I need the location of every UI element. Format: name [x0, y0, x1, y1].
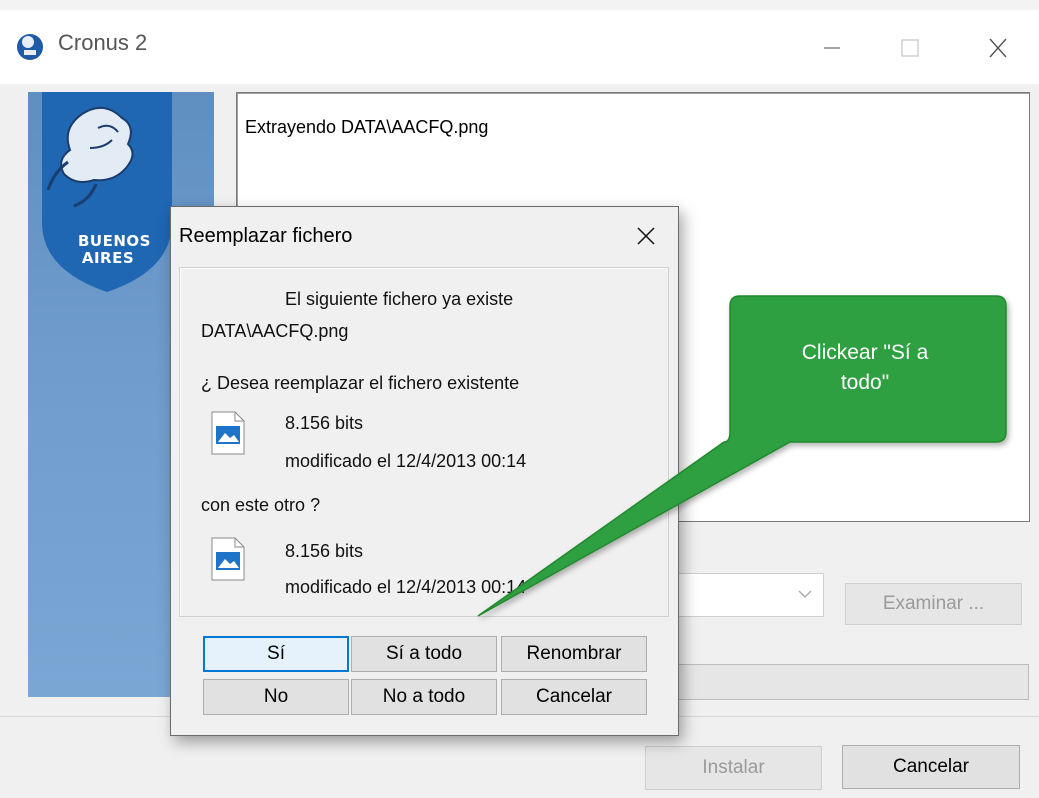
window-title: Cronus 2: [58, 30, 148, 55]
with-other-text: con este otro ?: [201, 495, 321, 515]
close-icon[interactable]: [978, 30, 1018, 66]
dialog-cancel-button[interactable]: Cancelar: [501, 679, 647, 715]
install-button[interactable]: Instalar: [645, 746, 822, 790]
replace-question: ¿ Desea reemplazar el fichero existente: [201, 373, 520, 393]
new-file-modified: modificado el 12/4/2013 00:14: [285, 577, 527, 597]
logo-text-aires: AIRES: [81, 249, 135, 267]
destination-dropdown[interactable]: [672, 573, 824, 617]
existing-file-size: 8.156 bits: [285, 413, 364, 433]
dialog-panel: [179, 267, 669, 617]
chevron-down-icon: [798, 590, 812, 598]
callout-line-2: todo": [840, 371, 890, 394]
buenos-aires-logo: [42, 92, 172, 292]
dialog-title: Reemplazar fichero: [179, 225, 353, 247]
file-name: DATA\AACFQ.png: [201, 321, 349, 341]
yes-button[interactable]: Sí: [203, 636, 349, 672]
new-file-size: 8.156 bits: [285, 541, 364, 561]
no-to-all-button[interactable]: No a todo: [351, 679, 497, 715]
existing-file-modified: modificado el 12/4/2013 00:14: [285, 451, 527, 471]
maximize-icon[interactable]: [890, 30, 930, 66]
title-bar[interactable]: Cronus 2: [0, 10, 1039, 84]
cancel-install-button[interactable]: Cancelar: [842, 745, 1020, 789]
cronus-app-icon: [17, 34, 43, 60]
image-file-icon: [211, 411, 245, 455]
replace-file-dialog: Reemplazar fichero El siguiente fichero …: [170, 206, 679, 736]
log-line: Extrayendo DATA\AACFQ.png: [245, 117, 489, 137]
image-file-icon: [211, 537, 245, 581]
browse-button[interactable]: Examinar ...: [845, 583, 1022, 625]
no-button[interactable]: No: [203, 679, 349, 715]
callout-line-1: Clickear "Sí a: [801, 341, 929, 364]
dialog-close-icon[interactable]: [631, 221, 661, 251]
minimize-icon[interactable]: [812, 30, 852, 66]
logo-text-buenos: BUENOS: [78, 232, 151, 250]
file-exists-message: El siguiente fichero ya existe: [285, 289, 514, 309]
yes-to-all-button[interactable]: Sí a todo: [351, 636, 497, 672]
rename-button[interactable]: Renombrar: [501, 636, 647, 672]
top-strip: [0, 0, 1039, 10]
callout-text: Clickear "Sí a todo": [732, 338, 998, 398]
progress-bar: [672, 664, 1029, 700]
